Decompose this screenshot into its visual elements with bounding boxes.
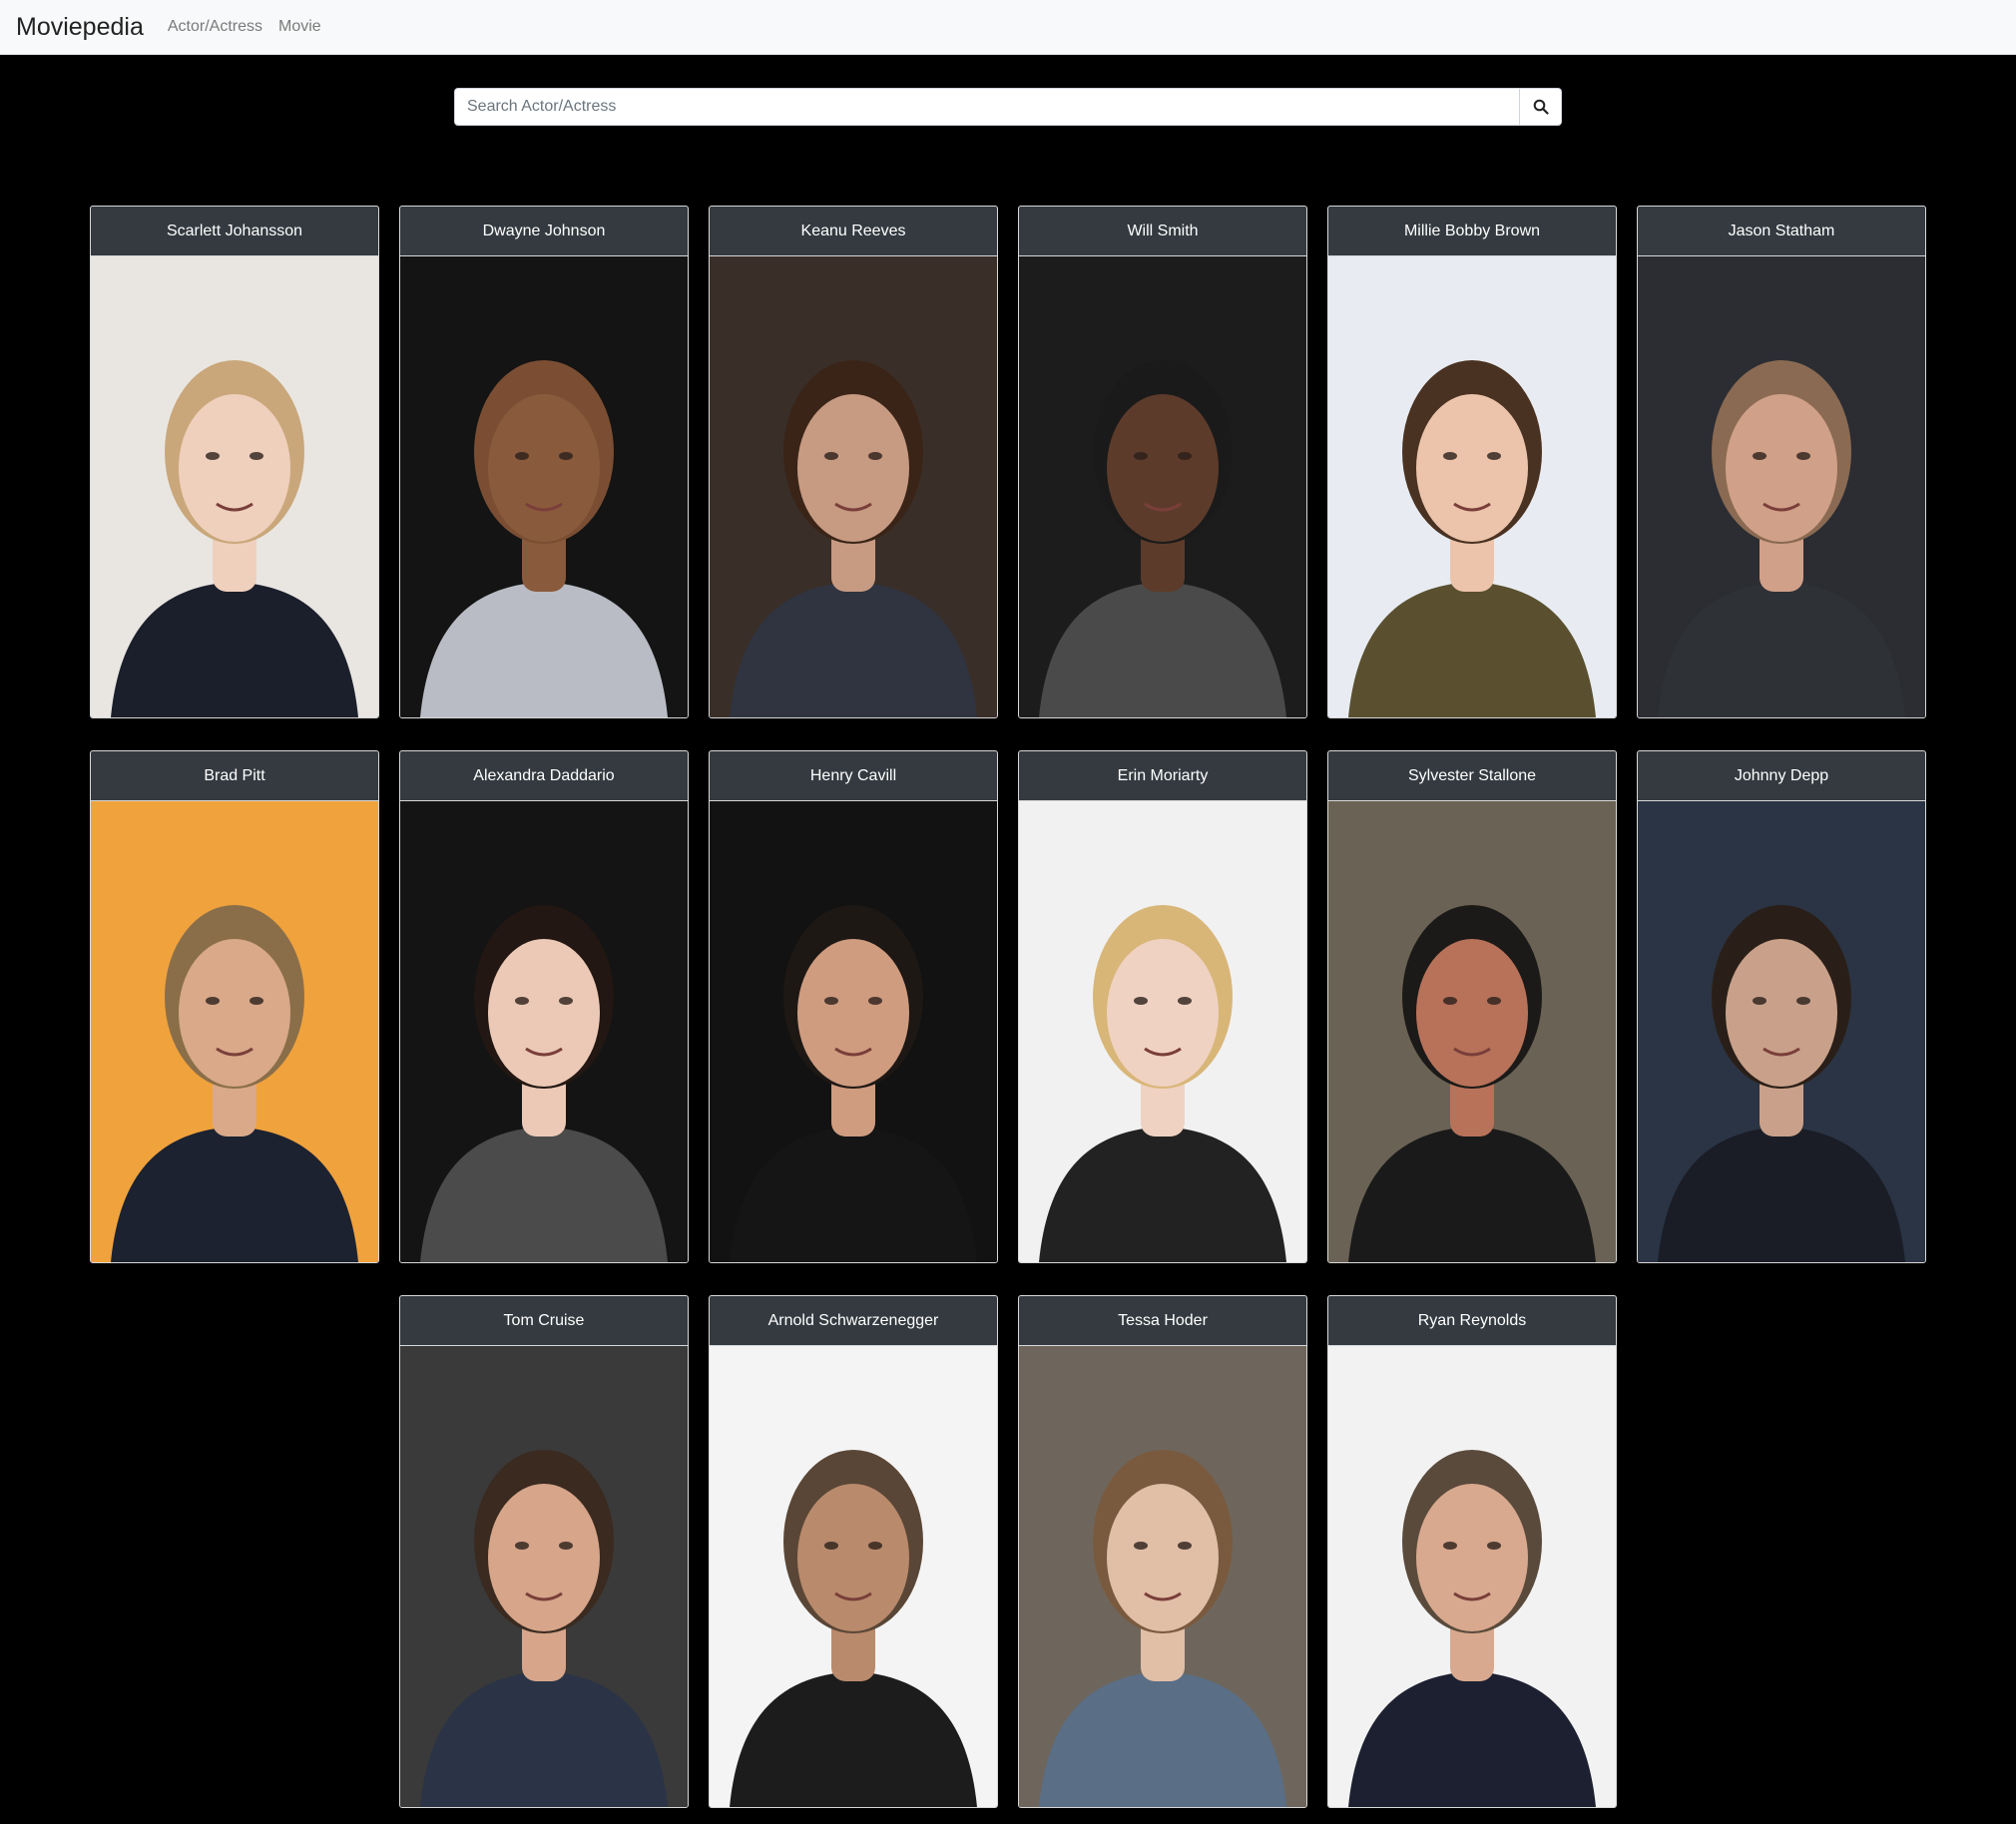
actor-photo[interactable]: [400, 801, 688, 1262]
actor-card-henry-cavill[interactable]: Henry Cavill: [709, 750, 998, 1263]
actor-photo[interactable]: [91, 256, 378, 717]
actor-card-will-smith[interactable]: Will Smith: [1018, 206, 1307, 718]
actor-name: Sylvester Stallone: [1328, 751, 1616, 801]
actor-name: Alexandra Daddario: [400, 751, 688, 801]
actor-name: Scarlett Johansson: [91, 207, 378, 256]
actor-card-dwayne-johnson[interactable]: Dwayne Johnson: [399, 206, 689, 718]
actor-photo[interactable]: [710, 801, 997, 1262]
actor-name: Brad Pitt: [91, 751, 378, 801]
actor-card-keanu-reeves[interactable]: Keanu Reeves: [709, 206, 998, 718]
actor-photo[interactable]: [1019, 256, 1306, 717]
actor-name: Henry Cavill: [710, 751, 997, 801]
actor-photo[interactable]: [1328, 801, 1616, 1262]
actor-name: Johnny Depp: [1638, 751, 1925, 801]
actor-name: Millie Bobby Brown: [1328, 207, 1616, 256]
actor-card-scarlett-johansson[interactable]: Scarlett Johansson: [90, 206, 379, 718]
actor-name: Will Smith: [1019, 207, 1306, 256]
actor-photo[interactable]: [1638, 256, 1925, 717]
actor-grid: Scarlett Johansson Dwayne Johnson Keanu Re…: [0, 0, 2016, 1824]
actor-card-jason-statham[interactable]: Jason Statham: [1637, 206, 1926, 718]
actor-card-millie-bobby-brown[interactable]: Millie Bobby Brown: [1327, 206, 1617, 718]
actor-name: Dwayne Johnson: [400, 207, 688, 256]
actor-photo[interactable]: [91, 801, 378, 1262]
actor-card-tom-cruise[interactable]: Tom Cruise: [399, 1295, 689, 1808]
actor-name: Arnold Schwarzenegger: [710, 1296, 997, 1346]
actor-card-ryan-reynolds[interactable]: Ryan Reynolds: [1327, 1295, 1617, 1808]
actor-photo[interactable]: [400, 256, 688, 717]
actor-photo[interactable]: [1328, 1346, 1616, 1807]
actor-name: Keanu Reeves: [710, 207, 997, 256]
actor-photo[interactable]: [710, 1346, 997, 1807]
actor-card-erin-moriarty[interactable]: Erin Moriarty: [1018, 750, 1307, 1263]
actor-name: Jason Statham: [1638, 207, 1925, 256]
actor-card-alexandra-daddario[interactable]: Alexandra Daddario: [399, 750, 689, 1263]
actor-photo[interactable]: [1638, 801, 1925, 1262]
actor-card-johnny-depp[interactable]: Johnny Depp: [1637, 750, 1926, 1263]
actor-photo[interactable]: [710, 256, 997, 717]
actor-name: Tessa Hoder: [1019, 1296, 1306, 1346]
actor-name: Tom Cruise: [400, 1296, 688, 1346]
actor-name: Ryan Reynolds: [1328, 1296, 1616, 1346]
actor-photo[interactable]: [1328, 256, 1616, 717]
actor-name: Erin Moriarty: [1019, 751, 1306, 801]
actor-card-sylvester-stallone[interactable]: Sylvester Stallone: [1327, 750, 1617, 1263]
actor-photo[interactable]: [400, 1346, 688, 1807]
actor-photo[interactable]: [1019, 1346, 1306, 1807]
actor-card-arnold-schwarzenegger[interactable]: Arnold Schwarzenegger: [709, 1295, 998, 1808]
actor-card-brad-pitt[interactable]: Brad Pitt: [90, 750, 379, 1263]
actor-card-tessa-hoder[interactable]: Tessa Hoder: [1018, 1295, 1307, 1808]
actor-photo[interactable]: [1019, 801, 1306, 1262]
